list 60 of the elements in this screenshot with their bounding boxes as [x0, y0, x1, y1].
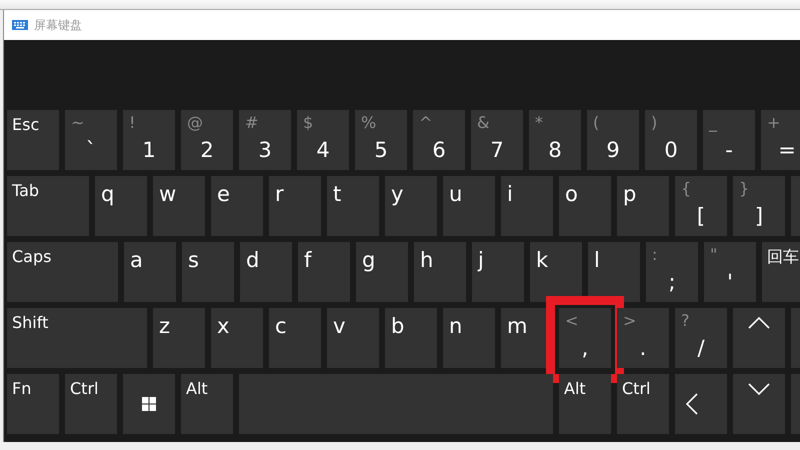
key[interactable]: c — [269, 308, 321, 368]
key[interactable]: p — [617, 176, 669, 236]
key[interactable]: % 5 — [355, 110, 407, 170]
key[interactable]: w — [153, 176, 205, 236]
window-title: 屏幕键盘 — [34, 16, 82, 34]
key[interactable]: } ] — [733, 176, 785, 236]
key[interactable]: : ; — [646, 242, 698, 302]
key[interactable]: e — [211, 176, 263, 236]
key[interactable]: r — [269, 176, 321, 236]
key[interactable]: ( 9 — [587, 110, 639, 170]
key[interactable]: ^ 6 — [413, 110, 465, 170]
key[interactable]: ! 1 — [123, 110, 175, 170]
key[interactable]: l — [588, 242, 640, 302]
key[interactable] — [123, 374, 175, 434]
key[interactable]: # 3 — [239, 110, 291, 170]
keyboard-icon — [12, 20, 28, 30]
key[interactable]: j — [472, 242, 524, 302]
key[interactable]: Shift — [7, 308, 147, 368]
key[interactable]: x — [211, 308, 263, 368]
key[interactable]: Ctrl — [617, 374, 669, 434]
key[interactable]: d — [240, 242, 292, 302]
key[interactable]: Fn — [7, 374, 59, 434]
windows-icon — [142, 397, 156, 411]
key[interactable]: s — [182, 242, 234, 302]
key[interactable]: $ 4 — [297, 110, 349, 170]
key[interactable]: i — [501, 176, 553, 236]
key[interactable]: z — [153, 308, 205, 368]
key[interactable]: b — [385, 308, 437, 368]
key[interactable]: Tab — [7, 176, 89, 236]
key[interactable]: v — [327, 308, 379, 368]
key[interactable]: ? / — [675, 308, 727, 368]
key[interactable]: @ 2 — [181, 110, 233, 170]
key[interactable]: { [ — [675, 176, 727, 236]
key[interactable]: ~ ` — [65, 110, 117, 170]
key[interactable]: a — [124, 242, 176, 302]
key[interactable]: Caps — [7, 242, 118, 302]
key[interactable]: o — [559, 176, 611, 236]
key[interactable]: ) 0 — [645, 110, 697, 170]
key[interactable]: " ' — [704, 242, 756, 302]
key[interactable]: Ctrl — [65, 374, 117, 434]
key[interactable]: h — [414, 242, 466, 302]
key[interactable]: n — [443, 308, 495, 368]
key[interactable]: f — [298, 242, 350, 302]
key[interactable]: Esc — [7, 110, 59, 170]
key[interactable]: q — [95, 176, 147, 236]
key[interactable]: y — [385, 176, 437, 236]
key[interactable]: Alt — [559, 374, 611, 434]
key[interactable]: k — [530, 242, 582, 302]
key[interactable]: Alt — [181, 374, 233, 434]
key[interactable]: u — [443, 176, 495, 236]
key[interactable]: & 7 — [471, 110, 523, 170]
key[interactable]: < , — [559, 308, 611, 368]
space-key[interactable] — [239, 374, 553, 434]
key[interactable]: + = — [761, 110, 800, 170]
key[interactable]: t — [327, 176, 379, 236]
key[interactable]: _ - — [703, 110, 755, 170]
key[interactable]: > . — [617, 308, 669, 368]
key[interactable]: * 8 — [529, 110, 581, 170]
key[interactable]: g — [356, 242, 408, 302]
key[interactable]: 回车 — [762, 242, 800, 302]
